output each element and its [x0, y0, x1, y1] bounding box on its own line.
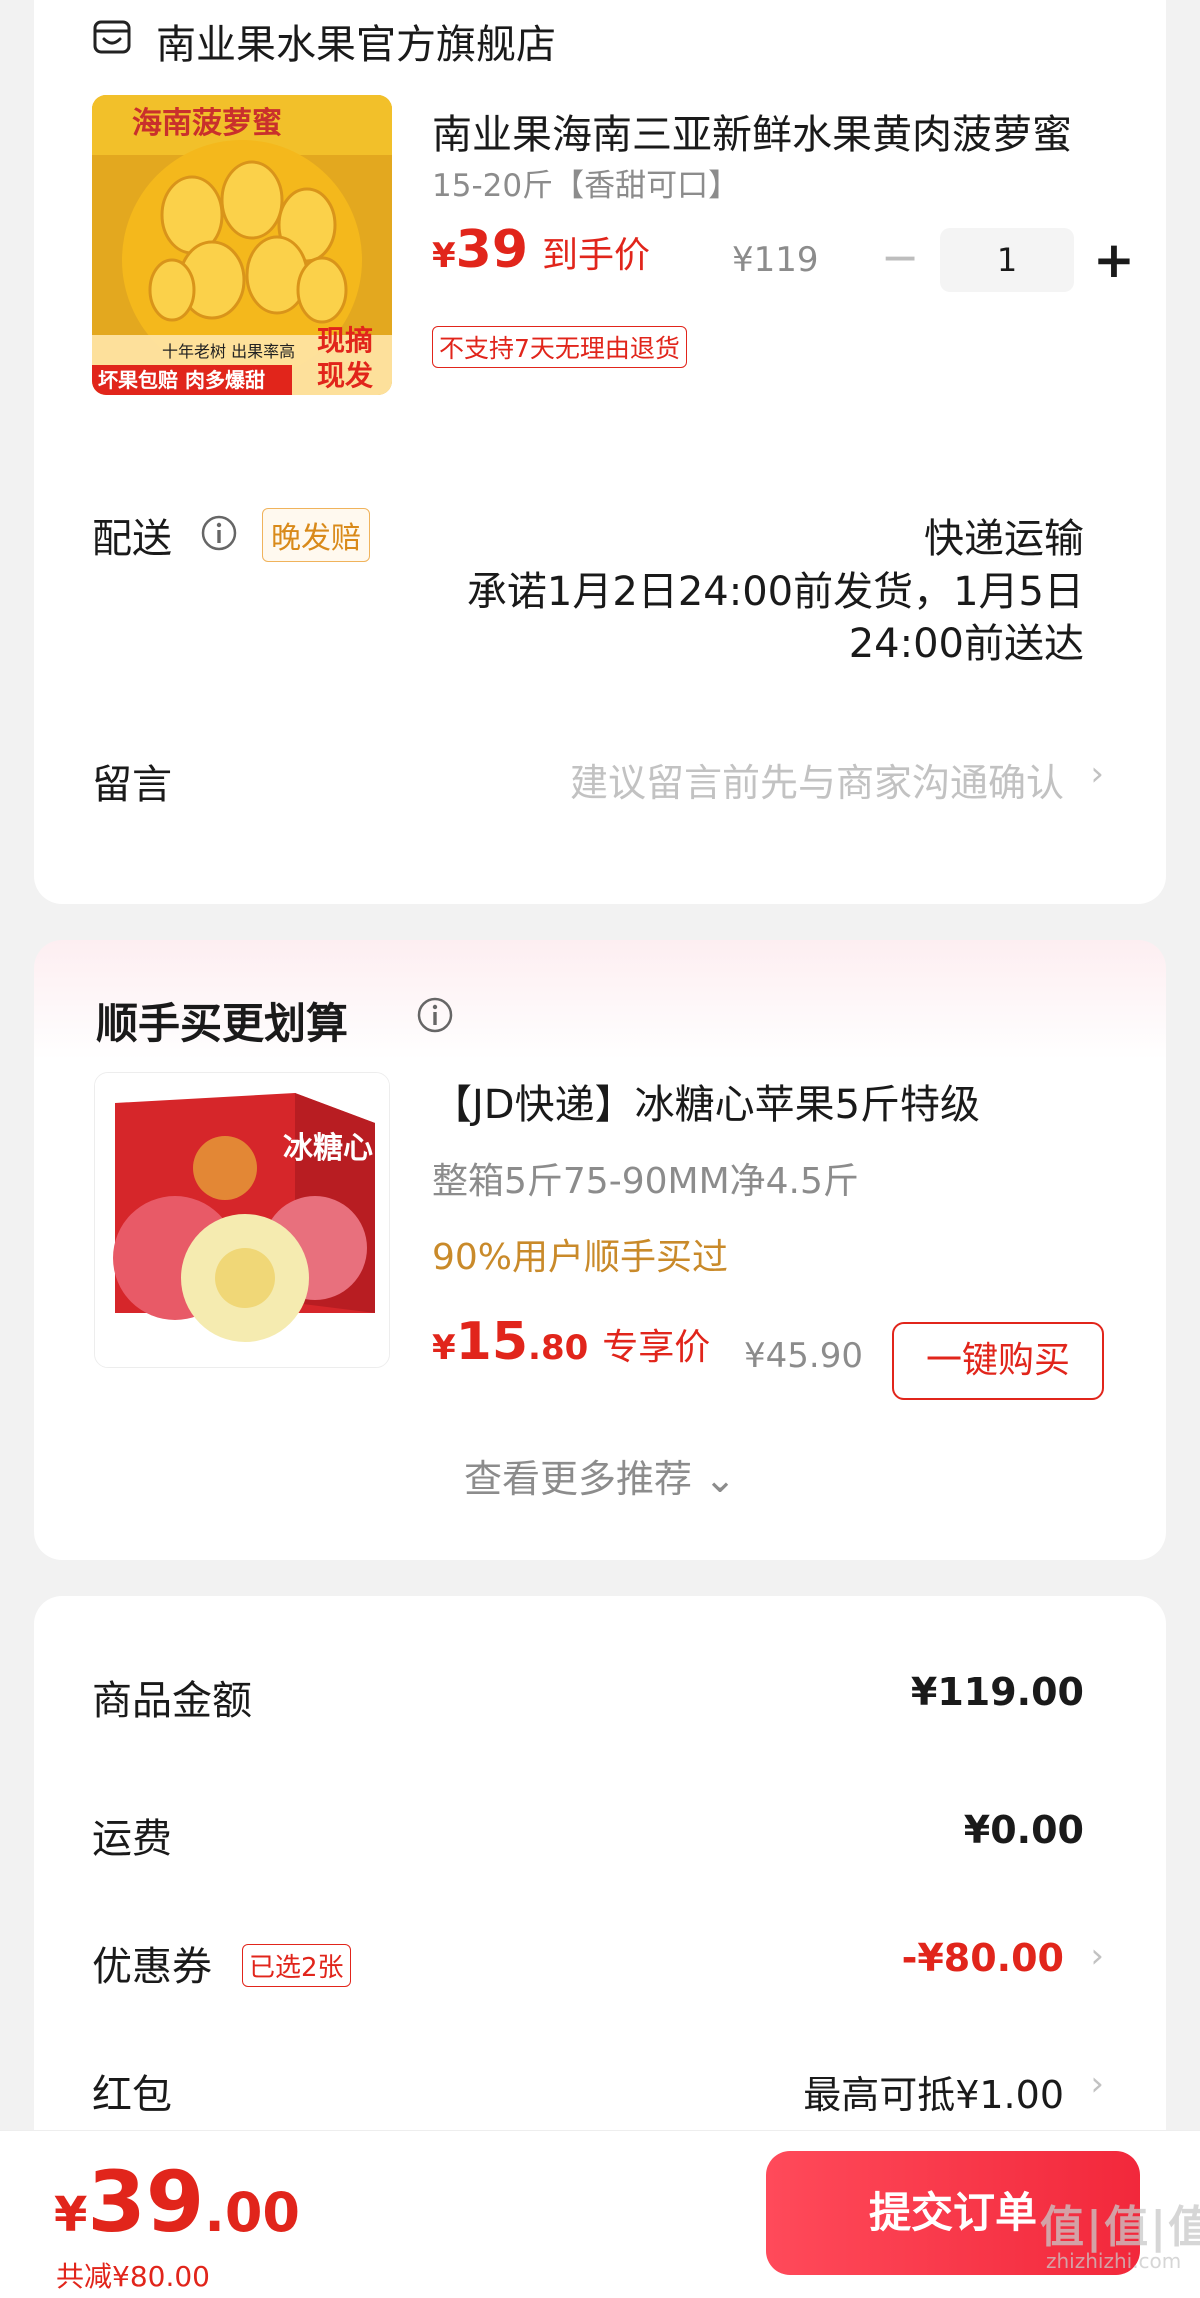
price-symbol: ¥ [432, 1328, 456, 1368]
message-input[interactable]: 建议留言前先与商家沟通确认 [570, 752, 1064, 807]
price-integer: 39 [87, 2153, 205, 2251]
checkout-bar: ¥39.00 共减¥80.00 提交订单 值|值|值 zhizhizhi.com [0, 2130, 1200, 2298]
product-title[interactable]: 南业果海南三亚新鲜水果黄肉菠萝蜜 [432, 102, 1122, 160]
price-label: 专享价 [602, 1327, 711, 1368]
product-spec[interactable]: 15-20斤【香甜可口】 [432, 160, 739, 205]
message-label: 留言 [92, 762, 172, 808]
chevron-right-icon[interactable]: › [1090, 754, 1104, 794]
delivery-promise: 承诺1月2日24:00前发货，1月5日24:00前送达 [466, 569, 1084, 667]
product-image-side-text-1: 现摘 [317, 324, 373, 357]
recommend-card: 顺手买更划算 冰糖心 【JD快递】冰糖心苹果5斤特级 整箱5斤75-90MM净4… [34, 940, 1166, 1560]
product-image-bottom-text: 坏果包赔 肉多爆甜 [98, 368, 265, 392]
recommend-title: 顺手买更划算 [96, 999, 349, 1048]
one-click-buy-button[interactable]: 一键购买 [892, 1322, 1104, 1400]
late-compensation-tag: 晚发赔 [262, 508, 370, 562]
price-decimal: .80 [528, 1328, 589, 1368]
price-decimal: .00 [204, 2181, 300, 2244]
product-image-top-text: 海南菠萝蜜 [132, 106, 282, 141]
chevron-right-icon[interactable]: › [1090, 2064, 1104, 2104]
watermark-url: zhizhizhi.com [1046, 2249, 1182, 2273]
price-symbol: ¥ [432, 236, 456, 276]
quantity-input[interactable]: 1 [940, 228, 1074, 292]
coupon-value[interactable]: -¥80.00 [902, 1936, 1064, 1980]
goods-amount-label: 商品金额 [92, 1678, 252, 1724]
more-recommend-label: 查看更多推荐 [464, 1457, 693, 1501]
red-packet-label: 红包 [92, 2072, 172, 2118]
recommend-popularity: 90%用户顺手买过 [432, 1237, 729, 1278]
coupon-label: 优惠券 [92, 1944, 212, 1990]
store-name[interactable]: 南业果水果官方旗舰店 [156, 12, 556, 70]
info-icon[interactable] [416, 996, 454, 1034]
store-icon [92, 17, 132, 57]
price-label: 到手价 [542, 235, 651, 276]
recommend-original-price: ¥45.90 [744, 1336, 863, 1376]
recommend-product-image[interactable]: 冰糖心 [94, 1072, 390, 1368]
recommend-product-name[interactable]: 【JD快递】冰糖心苹果5斤特级 [432, 1072, 1122, 1130]
chevron-right-icon[interactable]: › [1090, 1936, 1104, 1976]
quantity-minus-button[interactable]: − [870, 230, 930, 284]
shipping-value: ¥0.00 [963, 1808, 1084, 1852]
goods-amount-value: ¥119.00 [910, 1670, 1084, 1714]
product-image[interactable]: 海南菠萝蜜 十年老树 出果率高 坏果包赔 肉多爆甜 现摘 现发 [92, 95, 392, 395]
recommend-product-spec: 整箱5斤75-90MM净4.5斤 [432, 1161, 859, 1202]
coupon-selected-tag: 已选2张 [242, 1944, 351, 1987]
product-image-side-text-2: 现发 [317, 359, 373, 392]
product-price: ¥39 到手价 [432, 220, 650, 280]
quantity-plus-button[interactable]: + [1084, 228, 1144, 292]
product-image-mid-text: 十年老树 出果率高 [162, 342, 295, 361]
delivery-label: 配送 [92, 516, 172, 562]
price-value: 39 [455, 220, 529, 280]
recommend-price: ¥15.80 专享价 [432, 1312, 710, 1372]
chevron-down-icon: ⌄ [704, 1457, 736, 1501]
recommend-image-text: 冰糖心 [283, 1131, 373, 1166]
more-recommend-link[interactable]: 查看更多推荐 ⌄ [34, 1448, 1166, 1503]
total-discount: 共减¥80.00 [56, 2260, 210, 2293]
store-order-card: 南业果水果官方旗舰店 海南菠萝蜜 十年老树 出果率高 坏果包赔 肉多爆甜 现摘 … [34, 0, 1166, 904]
watermark-logo: 值|值|值 [1040, 2202, 1200, 2253]
price-integer: 15 [455, 1312, 529, 1372]
shipping-label: 运费 [92, 1816, 172, 1862]
price-symbol: ¥ [54, 2187, 88, 2243]
return-policy-tag: 不支持7天无理由退货 [432, 326, 687, 368]
total-price: ¥39.00 [54, 2153, 300, 2251]
info-icon[interactable] [200, 514, 238, 552]
red-packet-value[interactable]: 最高可抵¥1.00 [803, 2064, 1064, 2119]
original-price: ¥119 [732, 240, 819, 280]
delivery-method[interactable]: 快递运输 [924, 506, 1084, 564]
